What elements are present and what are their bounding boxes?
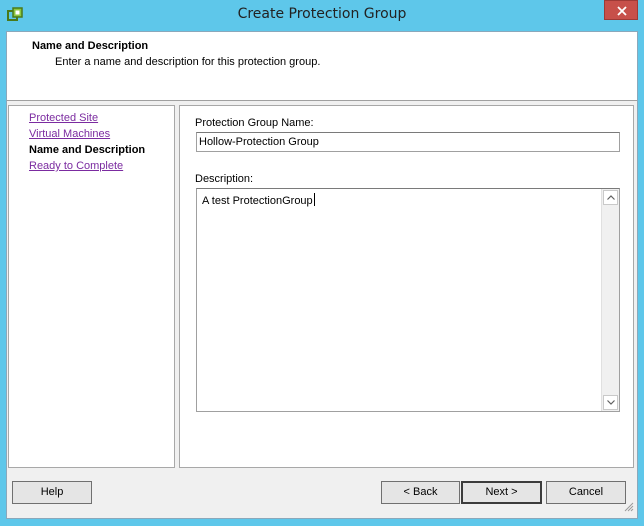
step-virtual-machines[interactable]: Virtual Machines xyxy=(29,128,110,140)
description-textarea[interactable]: A test ProtectionGroup xyxy=(196,188,620,412)
chevron-down-icon xyxy=(607,400,615,405)
back-button[interactable]: < Back xyxy=(381,481,460,504)
dialog-window: Create Protection Group Name and Descrip… xyxy=(0,0,644,526)
next-button[interactable]: Next > xyxy=(461,481,542,504)
wizard-header: Name and Description Enter a name and de… xyxy=(7,32,637,101)
wizard-steps-panel: Protected Site Virtual Machines Name and… xyxy=(8,105,175,468)
title-bar[interactable]: Create Protection Group xyxy=(0,0,644,30)
vertical-scrollbar[interactable] xyxy=(601,189,619,411)
page-title: Name and Description xyxy=(32,40,149,52)
close-icon xyxy=(617,6,627,16)
resize-grip-icon[interactable] xyxy=(624,502,634,515)
scroll-up-button[interactable] xyxy=(603,190,618,205)
name-label: Protection Group Name: xyxy=(195,117,314,129)
description-value: A test ProtectionGroup xyxy=(202,195,313,207)
page-subtitle: Enter a name and description for this pr… xyxy=(55,56,321,68)
scroll-down-button[interactable] xyxy=(603,395,618,410)
cancel-button[interactable]: Cancel xyxy=(546,481,626,504)
step-protected-site[interactable]: Protected Site xyxy=(29,112,98,124)
protection-group-name-input[interactable]: Hollow-Protection Group xyxy=(196,132,620,152)
dialog-client-area: Name and Description Enter a name and de… xyxy=(6,31,638,519)
text-caret xyxy=(313,193,315,206)
description-label: Description: xyxy=(195,173,254,185)
window-title: Create Protection Group xyxy=(237,6,407,22)
form-panel: Protection Group Name: Hollow-Protection… xyxy=(179,105,634,468)
name-input-value: Hollow-Protection Group xyxy=(199,136,319,148)
chevron-up-icon xyxy=(607,195,615,200)
close-button[interactable] xyxy=(604,0,638,20)
step-name-and-description: Name and Description xyxy=(29,144,146,156)
step-ready-to-complete[interactable]: Ready to Complete xyxy=(29,160,123,172)
help-button[interactable]: Help xyxy=(12,481,92,504)
